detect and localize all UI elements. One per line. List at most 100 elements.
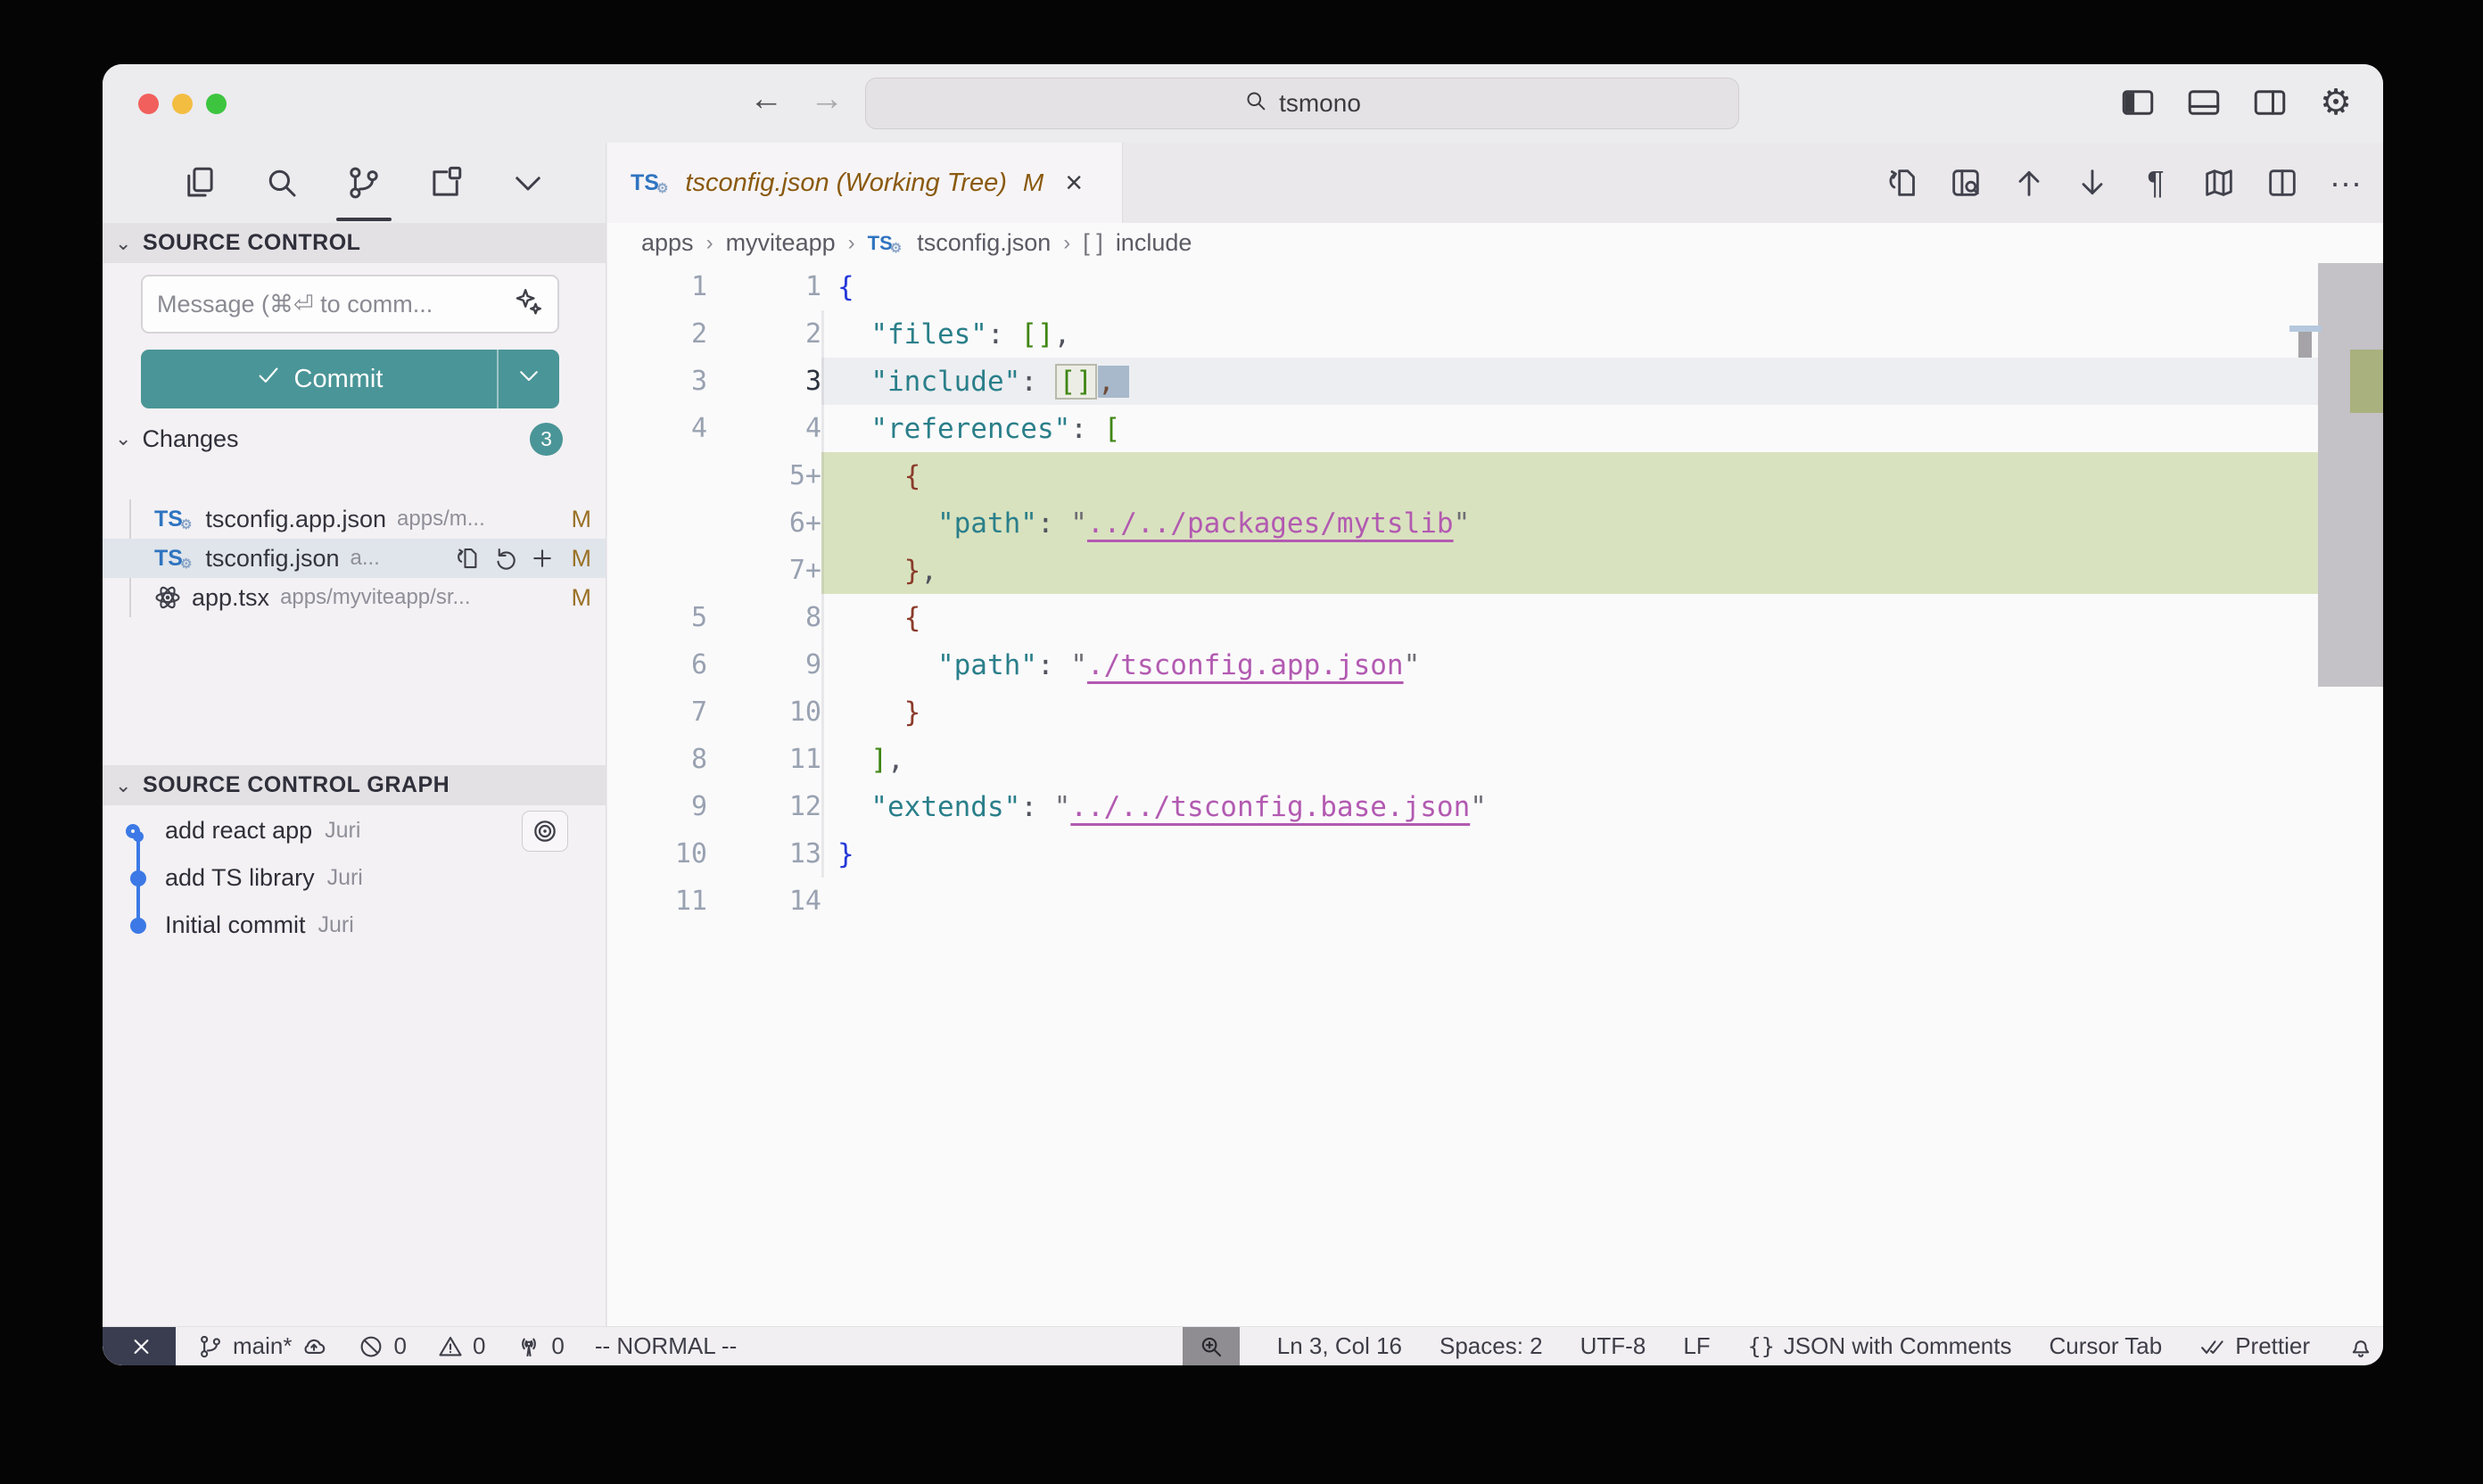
maximize-window-button[interactable] xyxy=(206,94,227,114)
code-line[interactable]: 1013} xyxy=(607,830,2383,878)
status-item-indentation[interactable]: Spaces: 2 xyxy=(1439,1327,1543,1365)
head-commit-dot xyxy=(126,824,140,838)
code-text: "files": [], xyxy=(837,318,1070,350)
status-item-cursor-position[interactable]: Ln 3, Col 16 xyxy=(1277,1327,1402,1365)
source-control-header[interactable]: ⌄ SOURCE CONTROL xyxy=(103,223,606,263)
status-item-vim-mode[interactable]: -- NORMAL -- xyxy=(595,1327,737,1365)
file-path: apps/myviteapp/sr... xyxy=(280,585,470,610)
status-item-zoom-indicator[interactable] xyxy=(1183,1327,1240,1365)
layout-panel-icon[interactable] xyxy=(2185,84,2223,121)
file-row[interactable]: app.tsxapps/myviteapp/sr...M xyxy=(103,578,606,617)
status-item-remote-indicator[interactable] xyxy=(103,1327,176,1365)
breadcrumb-item[interactable]: myviteapp xyxy=(726,229,836,257)
breadcrumb: apps›myviteapp›TStsconfig.json›[ ]includ… xyxy=(607,223,2383,263)
code-text: "extends": "../../tsconfig.base.json" xyxy=(837,791,1487,823)
status-item-ports-count[interactable]: 0 xyxy=(516,1327,564,1365)
new-line-number: 13 xyxy=(707,838,821,870)
layout-sidebar-right-icon[interactable] xyxy=(2251,84,2289,121)
status-item-formatter[interactable]: Prettier xyxy=(2199,1327,2310,1365)
status-item-errors-count[interactable]: 0 xyxy=(358,1327,406,1365)
status-item-warnings-count[interactable]: 0 xyxy=(437,1327,485,1365)
file-row[interactable]: TStsconfig.jsona...M xyxy=(103,539,606,578)
commit-row[interactable]: add TS libraryJuri xyxy=(103,854,606,902)
chevron-down-icon[interactable] xyxy=(509,164,547,202)
status-item-cursor-tab[interactable]: Cursor Tab xyxy=(2050,1327,2163,1365)
sparkle-icon[interactable] xyxy=(513,286,543,317)
editor-scrollbar[interactable] xyxy=(2318,263,2383,687)
code-line[interactable]: 58 { xyxy=(607,594,2383,641)
code-line[interactable]: 22 "files": [], xyxy=(607,310,2383,358)
vscode-window: ← → tsmono ⚙ ⌄ SOURCE CONTROL Message (⌘… xyxy=(103,64,2383,1365)
close-tab-icon[interactable]: × xyxy=(1065,168,1083,198)
open-changes-icon[interactable] xyxy=(1885,165,1920,201)
code-line[interactable]: 710 } xyxy=(607,688,2383,736)
minimize-window-button[interactable] xyxy=(172,94,193,114)
code-line[interactable]: 912 "extends": "../../tsconfig.base.json… xyxy=(607,783,2383,830)
forward-icon[interactable]: → xyxy=(810,80,844,119)
commit-row[interactable]: Initial commitJuri xyxy=(103,902,606,949)
check-icon xyxy=(255,362,282,389)
command-center-search[interactable]: tsmono xyxy=(865,78,1739,129)
code-line[interactable]: 11{ xyxy=(607,263,2383,310)
code-line[interactable]: 7+ }, xyxy=(607,547,2383,594)
old-line-number: 8 xyxy=(607,744,707,775)
tab-tsconfig-working-tree[interactable]: TS tsconfig.json (Working Tree) M × xyxy=(607,143,1123,223)
file-row[interactable]: TStsconfig.app.jsonapps/m...M xyxy=(103,499,606,539)
files-icon[interactable] xyxy=(181,164,219,202)
modified-badge: M xyxy=(572,545,592,573)
arrow-up-icon[interactable] xyxy=(2011,165,2047,201)
diff-editor[interactable]: 11{22 "files": [],33 "include": [],44 "r… xyxy=(607,263,2383,925)
inline-view-icon[interactable] xyxy=(1948,165,1984,201)
braces-icon: {} xyxy=(1748,1328,1775,1365)
code-line[interactable]: 1114 xyxy=(607,878,2383,925)
status-item-eol[interactable]: LF xyxy=(1683,1327,1710,1365)
minimap-current-line-marker xyxy=(2289,326,2322,332)
code-line[interactable]: 6+ "path": "../../packages/mytslib" xyxy=(607,499,2383,547)
status-item-notifications[interactable] xyxy=(2347,1327,2374,1365)
map-icon[interactable] xyxy=(2201,165,2237,201)
error-icon xyxy=(358,1333,384,1360)
stage-icon[interactable] xyxy=(529,545,556,572)
changes-section-header[interactable]: ⌄ Changes 3 xyxy=(103,419,606,458)
line-content: { xyxy=(821,263,2318,310)
arrow-down-icon[interactable] xyxy=(2075,165,2110,201)
layout-sidebar-left-icon[interactable] xyxy=(2119,84,2157,121)
line-content: "extends": "../../tsconfig.base.json" xyxy=(821,783,2318,830)
goto-current-history-item-button[interactable] xyxy=(522,811,568,852)
ellipsis-icon[interactable]: ··· xyxy=(2328,164,2363,202)
status-item-language-mode[interactable]: {} JSON with Comments xyxy=(1748,1327,2012,1365)
source-control-icon[interactable] xyxy=(345,164,383,202)
extensions-icon[interactable] xyxy=(427,164,465,202)
source-control-graph-header[interactable]: ⌄ SOURCE CONTROL GRAPH xyxy=(103,765,606,805)
file-path: a... xyxy=(351,546,380,571)
code-text: { xyxy=(837,460,920,492)
open-file-icon[interactable] xyxy=(454,545,481,572)
status-label: main* xyxy=(233,1332,292,1360)
commit-row[interactable]: add react appJuri xyxy=(103,807,606,854)
gear-icon[interactable]: ⚙ xyxy=(2317,84,2355,121)
breadcrumb-item[interactable]: apps xyxy=(641,229,694,257)
commit-message-input[interactable]: Message (⌘⏎ to comm... xyxy=(141,275,559,334)
status-label: JSON with Comments xyxy=(1784,1332,2012,1360)
search-icon[interactable] xyxy=(263,164,301,202)
code-line[interactable]: 69 "path": "./tsconfig.app.json" xyxy=(607,641,2383,688)
back-icon[interactable]: ← xyxy=(749,80,783,119)
code-line[interactable]: 5+ { xyxy=(607,452,2383,499)
status-item-encoding[interactable]: UTF-8 xyxy=(1580,1327,1646,1365)
commit-button[interactable]: Commit xyxy=(141,350,559,408)
discard-icon[interactable] xyxy=(491,545,518,572)
status-bar: main*000-- NORMAL --Ln 3, Col 16Spaces: … xyxy=(103,1326,2383,1365)
status-item-branch-status[interactable]: main* xyxy=(197,1327,327,1365)
code-line[interactable]: 44 "references": [ xyxy=(607,405,2383,452)
code-line[interactable]: 811 ], xyxy=(607,736,2383,783)
search-icon xyxy=(1243,88,1268,113)
breadcrumb-item[interactable]: tsconfig.json xyxy=(917,229,1051,257)
close-window-button[interactable] xyxy=(138,94,159,114)
breadcrumb-item[interactable]: include xyxy=(1116,229,1192,257)
modified-badge: M xyxy=(1023,169,1044,197)
sparkle-icon[interactable] xyxy=(513,286,543,323)
commit-dropdown-button[interactable] xyxy=(497,350,559,408)
code-line[interactable]: 33 "include": [], xyxy=(607,358,2383,405)
pilcrow-icon[interactable]: ¶ xyxy=(2138,164,2174,202)
split-editor-icon[interactable] xyxy=(2264,165,2300,201)
